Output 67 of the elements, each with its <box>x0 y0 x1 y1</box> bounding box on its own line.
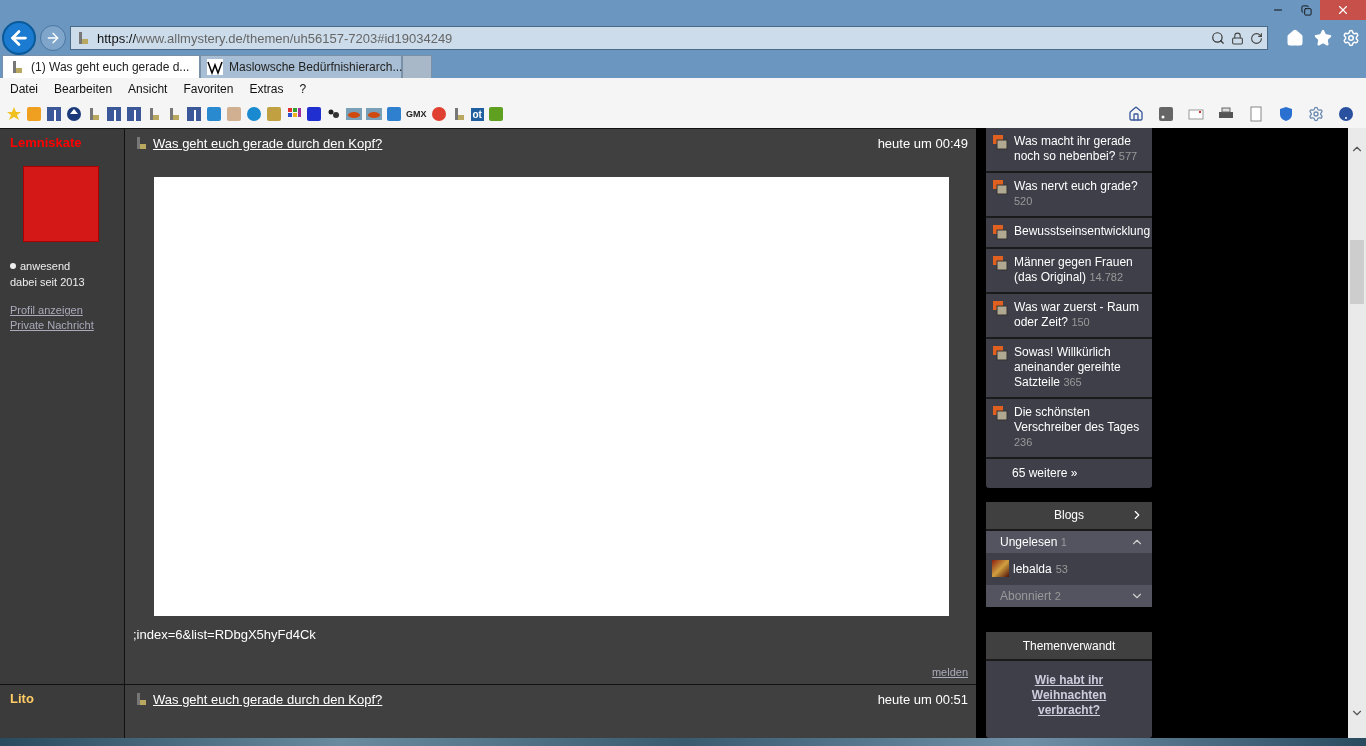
search-icon[interactable] <box>1211 31 1225 45</box>
menu-item[interactable]: Datei <box>10 82 38 96</box>
feed-icon[interactable] <box>1158 106 1174 122</box>
favorite-label[interactable]: ot <box>470 107 484 121</box>
thread-item[interactable]: Bewusstseinsentwicklung <box>986 218 1152 249</box>
thread-item[interactable]: Männer gegen Frauen (das Original) 14.782 <box>986 249 1152 294</box>
chat-icon <box>992 224 1008 240</box>
forward-button[interactable] <box>40 25 66 51</box>
thread-item[interactable]: Was war zuerst - Raum oder Zeit? 150 <box>986 294 1152 339</box>
member-since: dabei seit 2013 <box>10 276 86 288</box>
menu-item[interactable]: ? <box>299 82 307 96</box>
menu-item[interactable]: Favoriten <box>183 82 234 96</box>
close-icon <box>1336 3 1350 17</box>
favorite-icon[interactable] <box>186 106 202 122</box>
status-text: anwesend <box>10 260 114 272</box>
chat-icon <box>992 255 1008 271</box>
menu-item[interactable]: Extras <box>249 82 284 96</box>
star-icon[interactable] <box>1314 29 1332 47</box>
related-link[interactable]: Wie habt ihr Weihnachten verbracht? <box>986 661 1152 738</box>
report-link[interactable]: melden <box>931 666 968 678</box>
more-link[interactable]: 65 weitere » <box>986 459 1152 488</box>
panel-title[interactable]: Blogs <box>1054 508 1084 523</box>
profile-link[interactable]: Profil anzeigen <box>10 304 114 316</box>
post-title[interactable]: Was geht euch gerade durch den Kopf? <box>153 135 874 151</box>
address-field[interactable]: https://www.allmystery.de/themen/uh56157-7203#id19034249 <box>70 26 1268 50</box>
favorite-icon[interactable] <box>106 106 122 122</box>
settings-icon[interactable] <box>1308 106 1324 122</box>
browser-tab[interactable]: Maslowsche Bedürfnishierarch... <box>200 55 402 78</box>
thread-item[interactable]: Die schönsten Verschreiber des Tages 236 <box>986 399 1152 459</box>
post-time: heute um 00:49 <box>877 135 968 151</box>
favorite-icon[interactable] <box>66 106 82 122</box>
blog-section[interactable]: Ungelesen 1 <box>986 530 1152 553</box>
restore-icon <box>1300 4 1312 16</box>
lock-icon <box>1231 31 1244 45</box>
thread-item[interactable]: Sowas! Willkürlich aneinander gereihte Satzteile 365 <box>986 339 1152 399</box>
menu-item[interactable]: Bearbeiten <box>54 82 113 96</box>
status-dot <box>10 263 16 269</box>
favorite-icon[interactable] <box>306 106 322 122</box>
panel-title: Themenverwandt <box>1022 638 1116 653</box>
blog-item[interactable]: lebalda 53 <box>986 552 1152 585</box>
url-text: https://www.allmystery.de/themen/uh56157-7203#id19034249 <box>97 30 454 46</box>
chat-icon <box>992 345 1008 361</box>
wiki-icon <box>207 59 223 75</box>
post-time: heute um 00:51 <box>877 691 968 707</box>
back-button[interactable] <box>2 21 36 55</box>
shield-icon[interactable] <box>1278 106 1294 122</box>
profile-link[interactable]: Private Nachricht <box>10 319 114 331</box>
browser-tab[interactable]: (1) Was geht euch gerade d... <box>2 55 200 78</box>
chat-icon <box>992 405 1008 421</box>
thread-item[interactable]: Was macht ihr gerade noch so nebenbei? 577 <box>986 128 1152 173</box>
favorite-icon[interactable] <box>46 106 62 122</box>
thread-item[interactable]: Was nervt euch grade? 520 <box>986 173 1152 218</box>
scrollbar[interactable] <box>1348 128 1366 738</box>
refresh-icon[interactable] <box>1250 31 1263 45</box>
chat-icon <box>992 134 1008 150</box>
favorite-label[interactable]: GMX <box>406 109 427 119</box>
mail-icon[interactable] <box>1188 106 1204 122</box>
chat-icon <box>992 300 1008 316</box>
chat-icon <box>992 179 1008 195</box>
favorite-icon[interactable] <box>126 106 142 122</box>
star-icon[interactable] <box>6 106 22 122</box>
home-icon[interactable] <box>1128 106 1144 122</box>
menu-item[interactable]: Ansicht <box>128 82 168 96</box>
scrollbar-thumb[interactable] <box>1350 240 1364 304</box>
forward-arrow-icon <box>45 30 61 46</box>
post-text: ;index=6&list=RDbgX5hyFd4Ck <box>133 627 317 642</box>
post-title[interactable]: Was geht euch gerade durch den Kopf? <box>153 691 874 707</box>
